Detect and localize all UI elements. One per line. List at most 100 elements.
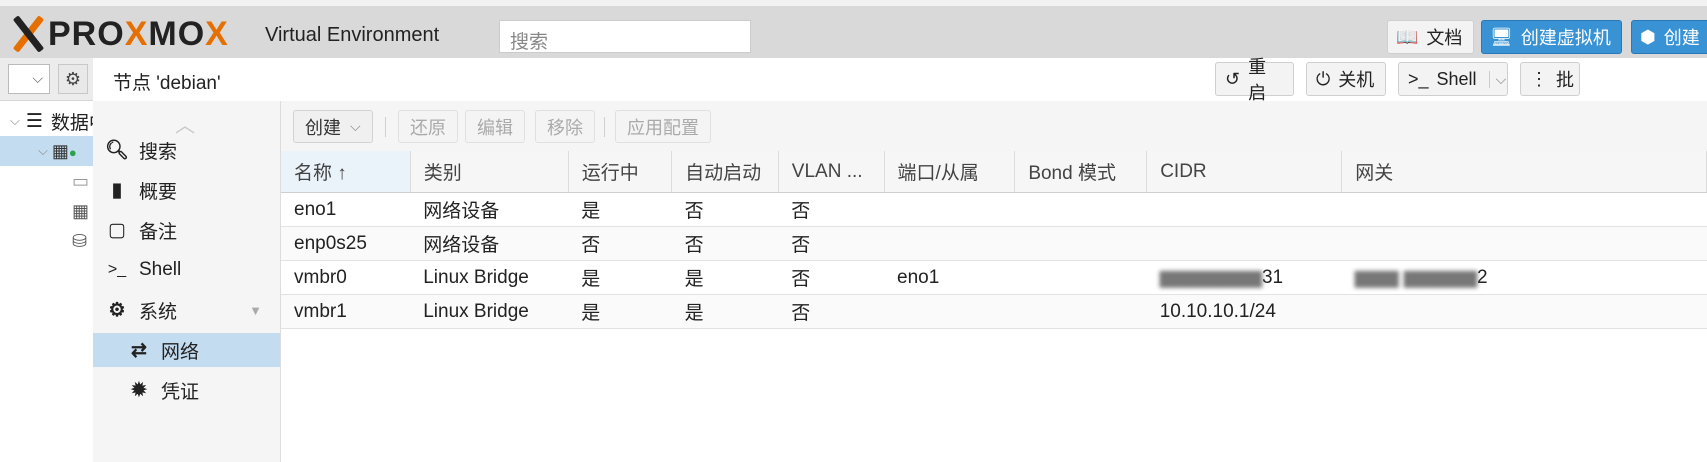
menu-item-label: 凭证 bbox=[161, 381, 200, 403]
gear-button[interactable]: ⚙ bbox=[58, 64, 88, 94]
menu-item-shell[interactable]: >_ Shell bbox=[93, 253, 280, 287]
reboot-button[interactable]: ↺ 重启 bbox=[1215, 57, 1294, 103]
cell-name: vmbr1 bbox=[281, 294, 411, 329]
chevron-down-icon[interactable]: ⌵ bbox=[1488, 70, 1506, 88]
exchange-icon: ⇄ bbox=[131, 339, 147, 361]
search-input[interactable]: 搜索 bbox=[499, 20, 751, 53]
create-ct-label: 创建 bbox=[1663, 28, 1700, 48]
cell-vlan: 否 bbox=[778, 226, 885, 261]
cell-cidr: 10.10.10.1/24 bbox=[1146, 294, 1342, 329]
cell-bond-mode bbox=[1014, 294, 1147, 329]
monitor-icon: 🖥 bbox=[1490, 26, 1513, 47]
cell-type: Linux Bridge bbox=[410, 260, 569, 295]
cell-gateway bbox=[1341, 192, 1707, 227]
gear-icon: ⚙ bbox=[64, 68, 82, 89]
tree-item-vm[interactable]: ▭ bbox=[0, 166, 93, 196]
terminal-icon: >_ bbox=[107, 261, 127, 278]
book-icon: 📖 bbox=[1396, 26, 1419, 47]
cell-ports bbox=[884, 226, 1015, 261]
table-row[interactable]: vmbr1 Linux Bridge 是 是 否 10.10.10.1/24 bbox=[281, 294, 1707, 329]
cell-cidr bbox=[1146, 226, 1342, 261]
column-header-cidr[interactable]: CIDR bbox=[1146, 151, 1343, 193]
datacenter-icon: ☰ bbox=[25, 110, 43, 132]
note-icon: ▢ bbox=[108, 219, 126, 241]
view-select[interactable]: ⌵ bbox=[8, 64, 50, 94]
chevron-up-icon[interactable]: ︿ bbox=[175, 109, 195, 137]
more-vertical-icon: ⋮ bbox=[1530, 68, 1548, 89]
redacted-text: ▆▆▆▆▆▆▆ bbox=[1159, 267, 1262, 288]
column-header-ports[interactable]: 端口/从属 bbox=[884, 151, 1016, 193]
node-menu: ︿ 🔍︎ 搜索 ▮ 概要 ▢ 备注 >_ Shell ⚙ 系统 ▼ ⇄ 网络 ✹… bbox=[93, 101, 281, 462]
cell-autostart: 否 bbox=[671, 226, 779, 261]
create-label: 创建 bbox=[305, 117, 341, 138]
cell-vlan: 否 bbox=[778, 294, 885, 329]
cell-active: 是 bbox=[568, 192, 672, 227]
cell-cidr bbox=[1146, 192, 1342, 227]
table-row[interactable]: eno1 网络设备 是 否 否 bbox=[281, 192, 1707, 227]
tree-item-storage[interactable]: ⛁ bbox=[0, 226, 93, 256]
cell-autostart: 是 bbox=[671, 260, 779, 295]
collapse-icon: ⌵ bbox=[38, 143, 48, 158]
shutdown-button[interactable]: ⏻ 关机 bbox=[1306, 62, 1386, 96]
cell-autostart: 是 bbox=[671, 294, 779, 329]
chevron-down-icon: ⌵ bbox=[32, 70, 43, 86]
column-header-bond-mode[interactable]: Bond 模式 bbox=[1014, 151, 1148, 193]
cell-gateway: ▆▆▆ ▆▆▆▆▆2 bbox=[1341, 260, 1707, 295]
node-header: 节点 'debian' ↺ 重启 ⏻ 关机 >_ Shell ⌵ ⋮ 批 bbox=[93, 57, 1707, 103]
column-header-autostart[interactable]: 自动启动 bbox=[671, 151, 779, 193]
docs-label: 文档 bbox=[1426, 28, 1463, 48]
apply-config-button[interactable]: 应用配置 bbox=[615, 110, 711, 143]
tree-item-pool[interactable]: ▦ bbox=[0, 196, 93, 226]
collapse-icon: ⌵ bbox=[10, 113, 20, 128]
create-ct-button[interactable]: ⬢ 创建 bbox=[1631, 20, 1707, 54]
menu-item-notes[interactable]: ▢ 备注 bbox=[93, 213, 280, 247]
column-header-vlan[interactable]: VLAN ... bbox=[778, 151, 885, 193]
menu-item-label: 概要 bbox=[139, 181, 178, 203]
expand-triangle-icon[interactable]: ▼ bbox=[249, 303, 262, 318]
vm-icon: ▭ bbox=[72, 170, 90, 191]
menu-item-label: 搜索 bbox=[139, 141, 178, 163]
gateway-visible-text: 2 bbox=[1476, 267, 1488, 288]
search-icon: 🔍︎ bbox=[104, 140, 130, 161]
menu-item-certificates[interactable]: ✹ 凭证 bbox=[93, 373, 280, 407]
cell-ports bbox=[884, 192, 1015, 227]
network-toolbar: 创建 ⌵ 还原 编辑 移除 应用配置 bbox=[281, 101, 1707, 152]
cell-vlan: 否 bbox=[778, 192, 885, 227]
table-row[interactable]: enp0s25 网络设备 否 否 否 bbox=[281, 226, 1707, 261]
terminal-icon: >_ bbox=[1408, 68, 1429, 89]
menu-item-search[interactable]: 🔍︎ 搜索 bbox=[93, 133, 280, 167]
cell-active: 是 bbox=[568, 260, 672, 295]
shell-button[interactable]: >_ Shell ⌵ bbox=[1398, 62, 1508, 96]
docs-button[interactable]: 📖 文档 bbox=[1387, 20, 1474, 54]
create-vm-button[interactable]: 🖥 创建虚拟机 bbox=[1481, 20, 1622, 54]
table-row[interactable]: vmbr0 Linux Bridge 是 是 否 eno1 ▆▆▆▆▆▆▆31 … bbox=[281, 260, 1707, 295]
cell-cidr: ▆▆▆▆▆▆▆31 bbox=[1146, 260, 1342, 295]
menu-item-system[interactable]: ⚙ 系统 ▼ bbox=[93, 293, 280, 327]
cell-ports: eno1 bbox=[884, 260, 1015, 295]
reboot-label: 重启 bbox=[1248, 57, 1267, 103]
column-header-name[interactable]: 名称 ↑ bbox=[281, 151, 411, 193]
menu-item-label: 系统 bbox=[139, 301, 178, 323]
chevron-down-icon: ⌵ bbox=[350, 118, 361, 134]
menu-item-summary[interactable]: ▮ 概要 bbox=[93, 173, 280, 207]
proxmox-logo: PROXMOX bbox=[10, 15, 229, 53]
tree-item-node[interactable]: ⌵ ▦● bbox=[0, 136, 93, 166]
menu-item-network[interactable]: ⇄ 网络 bbox=[93, 333, 280, 367]
remove-button[interactable]: 移除 bbox=[535, 110, 595, 143]
tree-item-datacenter[interactable]: ⌵ ☰ 数据中心 bbox=[0, 106, 127, 136]
node-online-icon: ▦● bbox=[51, 140, 77, 161]
create-button[interactable]: 创建 ⌵ bbox=[293, 110, 373, 143]
edit-button[interactable]: 编辑 bbox=[465, 110, 525, 143]
column-header-active[interactable]: 运行中 bbox=[568, 151, 673, 193]
product-name: Virtual Environment bbox=[265, 24, 440, 46]
cell-bond-mode bbox=[1014, 226, 1147, 261]
network-panel: 创建 ⌵ 还原 编辑 移除 应用配置 名称 ↑ 类别 运行中 自动启动 VLAN… bbox=[281, 101, 1707, 462]
toolbar-divider bbox=[385, 117, 386, 137]
undo-icon: ↺ bbox=[1225, 68, 1241, 89]
revert-button[interactable]: 还原 bbox=[398, 110, 458, 143]
power-icon: ⏻ bbox=[1316, 68, 1331, 89]
bulk-actions-button[interactable]: ⋮ 批 bbox=[1520, 62, 1580, 96]
column-header-gateway[interactable]: 网关 bbox=[1341, 151, 1707, 193]
bulk-label: 批 bbox=[1556, 70, 1574, 90]
column-header-type[interactable]: 类别 bbox=[410, 151, 569, 193]
